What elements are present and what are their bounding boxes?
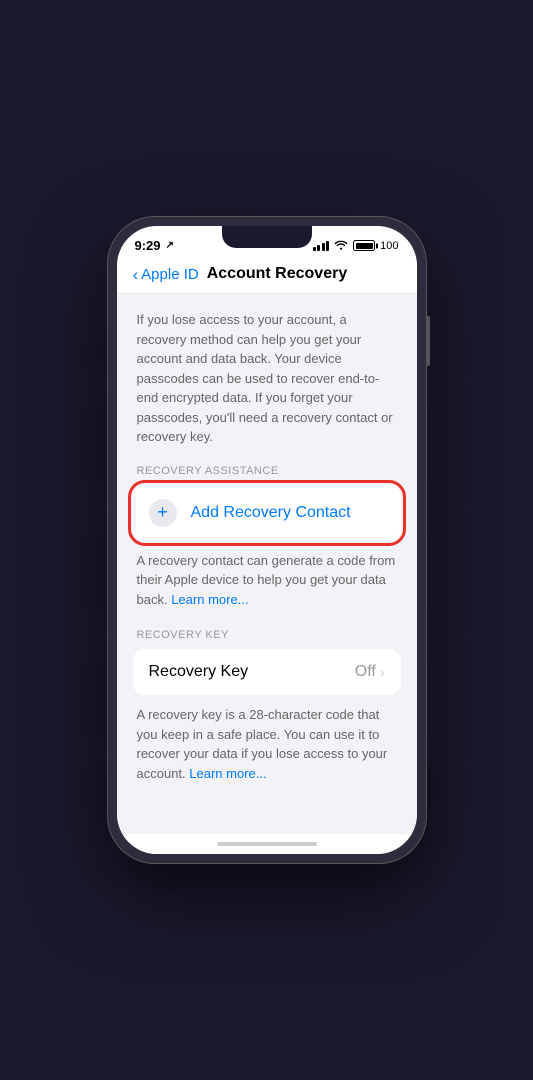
plus-symbol: + [157,503,168,521]
back-button[interactable]: ‹ Apple ID [133,266,199,283]
back-label: Apple ID [141,266,199,283]
notch [222,226,312,248]
plus-circle-icon: + [149,499,177,527]
chevron-right-icon: › [380,664,385,680]
add-recovery-contact-label: Add Recovery Contact [191,504,351,522]
recovery-key-section-label: RECOVERY KEY [133,629,401,641]
home-indicator [117,834,417,854]
status-bar: 9:29 ↗ [117,226,417,259]
recovery-key-button[interactable]: Recovery Key Off › [133,649,401,695]
home-bar [217,842,317,846]
wifi-icon [334,239,348,253]
recovery-key-help-text: A recovery key is a 28-character code th… [133,705,401,783]
status-time: 9:29 [135,238,161,253]
recovery-key-learn-more-link[interactable]: Learn more... [189,766,266,781]
back-chevron-icon: ‹ [133,266,139,283]
recovery-key-status: Off › [355,663,385,681]
status-icons: 100 [313,239,399,253]
location-arrow-icon: ↗ [166,240,174,251]
page-title: Account Recovery [207,265,401,283]
recovery-key-label: Recovery Key [149,663,249,681]
battery-icon [353,240,375,251]
recovery-contact-learn-more-link[interactable]: Learn more... [171,592,248,607]
recovery-key-status-value: Off [355,663,376,681]
recovery-assistance-section-label: RECOVERY ASSISTANCE [133,465,401,477]
battery-percent: 100 [380,240,398,252]
description-text: If you lose access to your account, a re… [133,310,401,447]
phone-shell: 9:29 ↗ [107,216,427,864]
nav-bar: ‹ Apple ID Account Recovery [117,259,417,294]
signal-bars-icon [313,241,330,251]
status-time-area: 9:29 ↗ [135,238,174,253]
recovery-contact-help-text: A recovery contact can generate a code f… [133,551,401,610]
add-recovery-contact-button[interactable]: + Add Recovery Contact [133,485,401,541]
phone-screen: 9:29 ↗ [117,226,417,854]
content-area: If you lose access to your account, a re… [117,294,417,834]
